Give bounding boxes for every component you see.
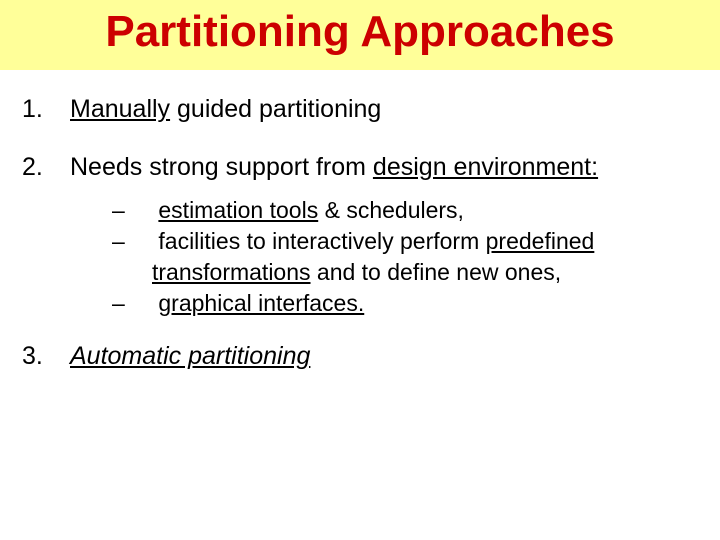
text-facilities: facilities to interactively perform [158, 228, 485, 254]
text-needs: Needs strong support from [70, 153, 373, 181]
sub-text: facilities to interactively perform pred… [152, 226, 698, 288]
sublist: – estimation tools & schedulers, – facil… [112, 195, 698, 319]
slide-title: Partitioning Approaches [0, 8, 720, 56]
sub-item-3: – graphical interfaces. [112, 288, 698, 319]
text-automatic-partitioning: Automatic partitioning [70, 342, 310, 370]
text-manually: Manually [70, 95, 170, 123]
slide: Partitioning Approaches 1. Manually guid… [0, 0, 720, 540]
list-number: 2. [22, 152, 70, 183]
slide-body: 1. Manually guided partitioning 2. Needs… [0, 70, 720, 372]
text-graphical-interfaces: graphical interfaces. [158, 290, 364, 316]
list-item-2: 2. Needs strong support from design envi… [22, 152, 698, 183]
sub-text: estimation tools & schedulers, [152, 195, 698, 226]
bullet-dash: – [112, 288, 152, 319]
sub-item-2: – facilities to interactively perform pr… [112, 226, 698, 288]
list-text: Automatic partitioning [70, 341, 698, 372]
sub-text: graphical interfaces. [152, 288, 698, 319]
bullet-dash: – [112, 226, 152, 257]
list-number: 1. [22, 94, 70, 125]
title-band: Partitioning Approaches [0, 0, 720, 70]
bullet-dash: – [112, 195, 152, 226]
list-item-1: 1. Manually guided partitioning [22, 94, 698, 125]
text-design-env: design environment: [373, 153, 598, 181]
text-estimation-tools: estimation tools [158, 197, 318, 223]
list-number: 3. [22, 341, 70, 372]
list-item-3: 3. Automatic partitioning [22, 341, 698, 372]
list-text: Manually guided partitioning [70, 94, 698, 125]
text-schedulers: & schedulers, [318, 197, 464, 223]
list-text: Needs strong support from design environ… [70, 152, 698, 183]
text-guided: guided partitioning [170, 95, 381, 123]
text-define-new: and to define new ones, [311, 259, 562, 285]
sub-item-1: – estimation tools & schedulers, [112, 195, 698, 226]
